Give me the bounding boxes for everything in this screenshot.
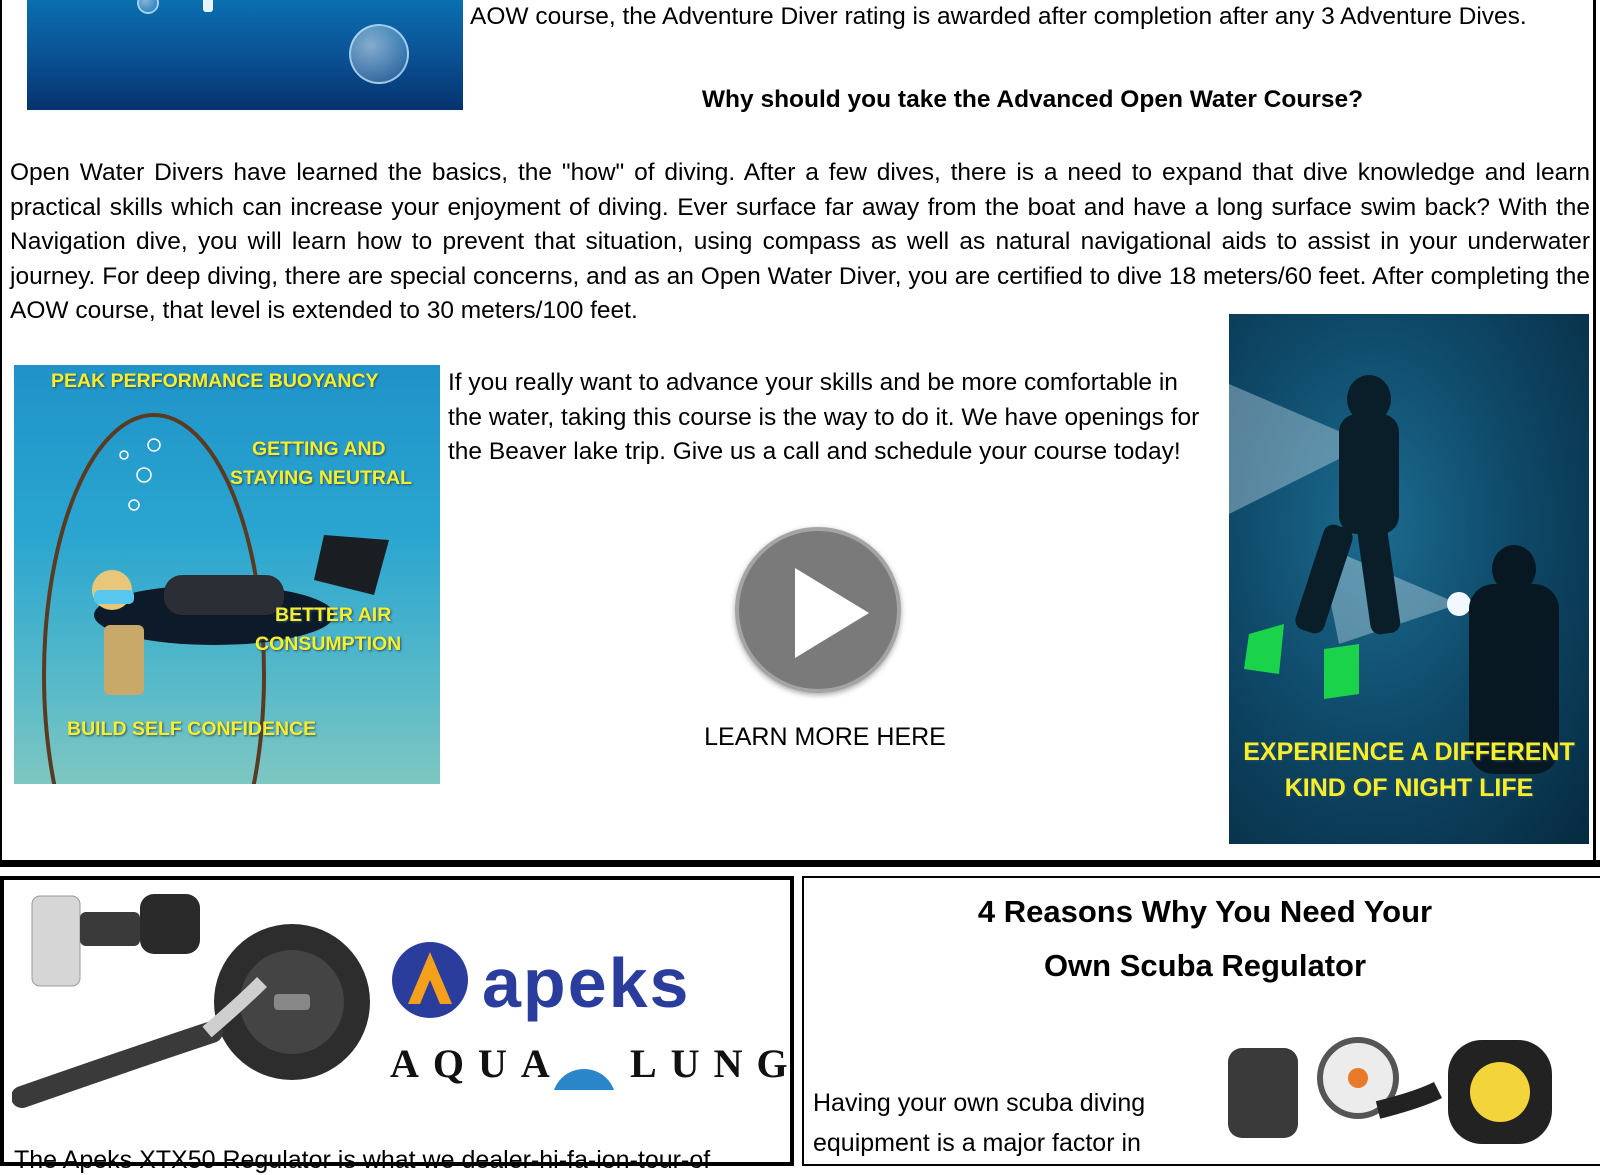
buoyancy-label-consumption: CONSUMPTION [255,633,402,655]
section-divider [0,860,1600,867]
buoyancy-image: PEAK PERFORMANCE BUOYANCY GETTING AND ST… [14,365,440,784]
apeks-wordmark: apeks [482,944,691,1022]
buoyancy-label-staying: STAYING NEUTRAL [230,467,413,489]
buoyancy-label-getting: GETTING AND [252,438,386,460]
video-play-button[interactable] [735,527,901,693]
bubble [137,0,159,14]
intro-tail-text: AOW course, the Adventure Diver rating i… [470,3,1527,30]
regulator-article-title: 4 Reasons Why You Need Your Own Scuba Re… [820,885,1590,993]
buoyancy-label-peak: PEAK PERFORMANCE BUOYANCY [51,370,379,392]
aqualung-right: LUNG [630,1041,802,1086]
night-label-line1: EXPERIENCE A DIFFERENT [1243,738,1575,766]
ocean-image [27,0,463,110]
regulator-image [12,894,370,1108]
why-paragraph: Open Water Divers have learned the basic… [10,159,1590,324]
buoyancy-label-better-air: BETTER AIR [275,604,392,626]
night-label-line2: KIND OF NIGHT LIFE [1284,774,1534,802]
buoyancy-label-confidence: BUILD SELF CONFIDENCE [67,718,317,740]
regulator-article-text: Having your own scuba diving equipment i… [813,1089,1146,1157]
play-icon [795,568,869,658]
aqualung-left: AQUA [390,1041,564,1086]
title-line-1: 4 Reasons Why You Need Your [977,894,1433,929]
bubble [349,24,409,84]
apeks-caption: The Apeks XTX50 Regulator is what we dea… [14,1146,711,1174]
learn-more-link[interactable]: LEARN MORE HERE [690,722,960,752]
advance-paragraph: If you really want to advance your skill… [448,369,1200,465]
scuba-gear-image [1228,1037,1552,1144]
apeks-ad-box: apeks AQUA LUNG The Apeks XTX50 Regulato… [0,876,794,1174]
night-dive-image: EXPERIENCE A DIFFERENT KIND OF NIGHT LIF… [1229,314,1589,844]
why-heading: Why should you take the Advanced Open Wa… [701,86,1364,113]
diver-silhouette [203,0,213,12]
title-line-2: Own Scuba Regulator [1043,948,1367,983]
